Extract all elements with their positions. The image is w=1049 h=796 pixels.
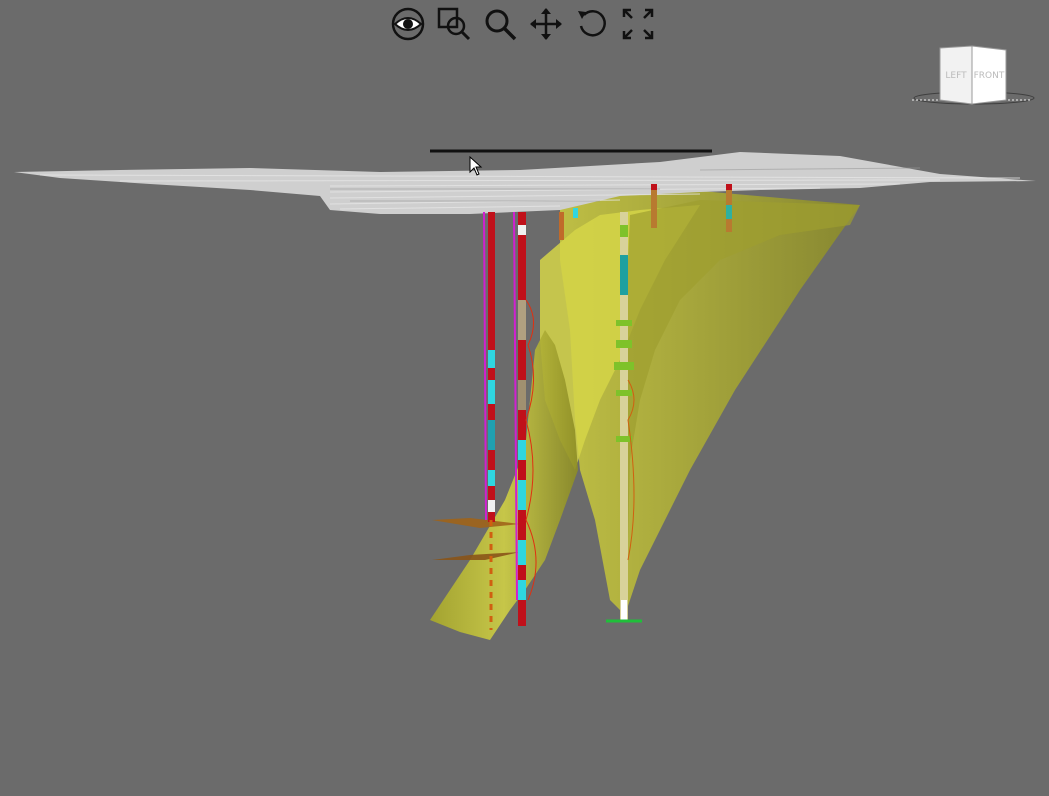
pan-button[interactable] bbox=[526, 6, 566, 46]
view-cube-right-face[interactable]: FRONT bbox=[971, 45, 1007, 105]
view-button[interactable] bbox=[388, 6, 428, 46]
view-cube-left-label: LEFT bbox=[945, 71, 967, 81]
terrain-surface[interactable] bbox=[14, 152, 1036, 214]
rotate-icon bbox=[574, 6, 610, 46]
zoom-box-icon bbox=[436, 6, 472, 46]
view-cube-right-label: FRONT bbox=[974, 71, 1005, 81]
zoom-button[interactable] bbox=[480, 6, 520, 46]
drillhole-short-3[interactable] bbox=[726, 184, 732, 232]
scene-svg[interactable] bbox=[0, 0, 1049, 792]
zoom-box-button[interactable] bbox=[434, 6, 474, 46]
fit-extent-button[interactable] bbox=[618, 6, 658, 46]
expand-icon bbox=[620, 6, 656, 46]
surface-sheet-left bbox=[430, 330, 578, 640]
move-arrows-icon bbox=[528, 6, 564, 46]
mouse-cursor-icon bbox=[469, 155, 483, 176]
eye-icon bbox=[390, 6, 426, 46]
view-cube[interactable]: LEFT FRONT bbox=[912, 42, 1036, 108]
drillhole-short-2[interactable] bbox=[651, 184, 657, 228]
view-cube-left-face[interactable]: LEFT bbox=[939, 45, 973, 105]
view-toolbar bbox=[388, 6, 658, 46]
rotate-button[interactable] bbox=[572, 6, 612, 46]
magnifier-icon bbox=[482, 6, 518, 46]
3d-viewport[interactable] bbox=[0, 0, 1049, 792]
